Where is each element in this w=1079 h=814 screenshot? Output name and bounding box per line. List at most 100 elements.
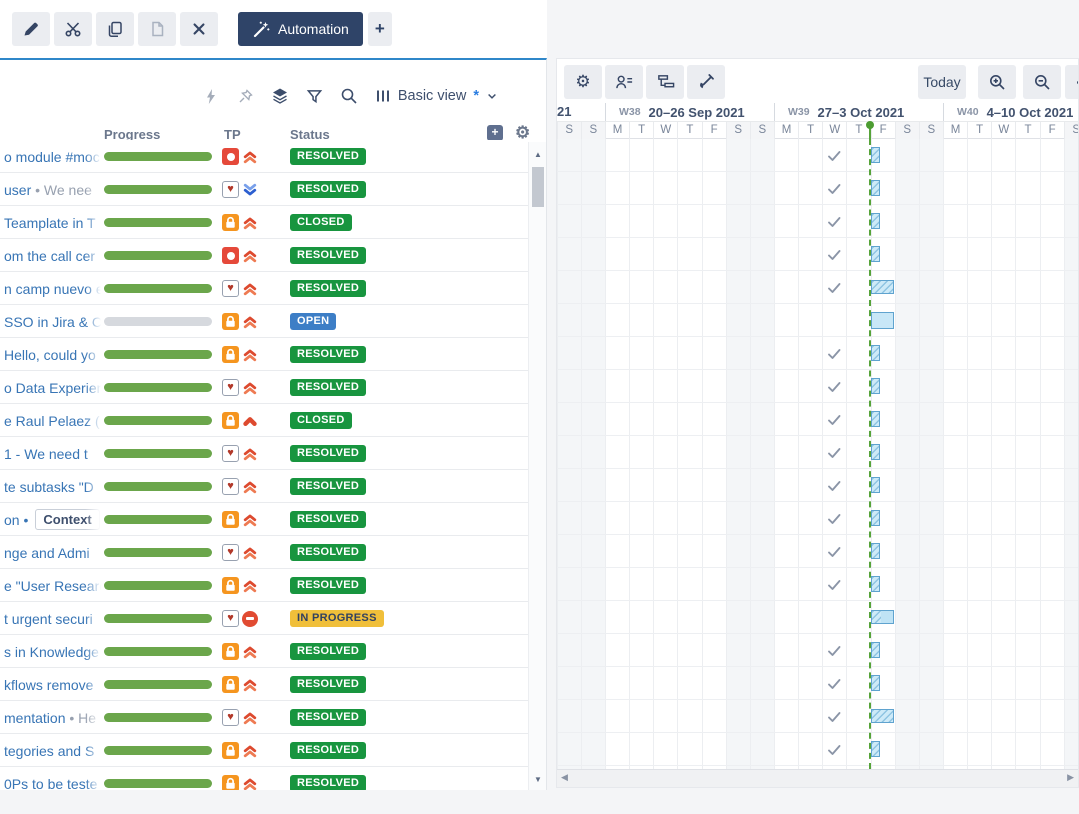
issue-row[interactable]: te subtasks "D ♥ RESOLVED [0, 470, 528, 503]
issue-name[interactable]: user • We nee [4, 179, 101, 201]
edit-button[interactable] [12, 12, 50, 46]
vertical-scrollbar[interactable]: ▲ ▼ [528, 142, 546, 790]
issue-name[interactable]: te subtasks "D [4, 476, 101, 498]
task-bar[interactable] [870, 543, 880, 559]
issue-name[interactable]: e Raul Pelaez (E [4, 410, 101, 432]
issue-name[interactable]: o Data Experien [4, 377, 101, 399]
task-bar[interactable] [870, 576, 880, 592]
issue-row[interactable]: t urgent securi ♥ IN PROGRESS [0, 602, 528, 635]
issue-row[interactable]: 1 - We need t ♥ RESOLVED [0, 437, 528, 470]
day-header-cell: S [749, 122, 774, 139]
context-chip[interactable]: Context [35, 509, 100, 530]
issue-name[interactable]: t urgent securi [4, 608, 101, 630]
structure-button[interactable] [646, 65, 684, 99]
done-check-icon [828, 448, 841, 458]
day-header-cell: M [604, 122, 629, 139]
partial-week-label: 21 [557, 104, 572, 119]
task-bar[interactable] [870, 444, 880, 460]
issue-name[interactable]: mentation • He [4, 707, 101, 729]
day-header-cell: S [580, 122, 605, 139]
task-bar[interactable] [870, 675, 880, 691]
issue-row[interactable]: o module #moc RESOLVED [0, 140, 528, 173]
view-label: Basic view [397, 88, 467, 104]
task-bar[interactable] [870, 510, 880, 526]
issue-name[interactable]: nge and Admi [4, 542, 101, 564]
filter-icon[interactable] [306, 88, 323, 105]
issue-row[interactable]: e Raul Pelaez (E CLOSED [0, 404, 528, 437]
issue-name[interactable]: s in Knowledge [4, 641, 101, 663]
issue-row[interactable]: s in Knowledge RESOLVED [0, 635, 528, 668]
issue-name[interactable]: Teamplate in T [4, 212, 101, 234]
gantt-settings-button[interactable]: ⚙ [564, 65, 602, 99]
copy-icon [106, 20, 124, 38]
add-column-button[interactable]: + [487, 125, 503, 141]
issue-row[interactable]: n camp nuevo e ♥ RESOLVED [0, 272, 528, 305]
task-bar[interactable] [870, 477, 880, 493]
task-bar[interactable] [870, 280, 894, 294]
automation-button[interactable]: Automation [238, 12, 363, 46]
issue-row[interactable]: Hello, could yo RESOLVED [0, 338, 528, 371]
issue-row[interactable]: 0Ps to be teste RESOLVED [0, 767, 528, 790]
zoom-in-icon [988, 73, 1006, 91]
pin-icon[interactable] [237, 88, 254, 105]
zoom-in-button[interactable] [978, 65, 1016, 99]
task-bar[interactable] [870, 147, 880, 163]
add-tab-button[interactable]: + [367, 12, 392, 46]
task-bar[interactable] [870, 213, 880, 229]
paste-button[interactable] [138, 12, 176, 46]
issue-row[interactable]: nge and Admi ♥ RESOLVED [0, 536, 528, 569]
issue-name[interactable]: o module #moc [4, 146, 101, 168]
horizontal-scrollbar[interactable]: ◀ ▶ [557, 769, 1078, 787]
scroll-right-arrow[interactable]: ▶ [1067, 772, 1074, 783]
type-priority-cell: ♥ [222, 379, 258, 396]
issue-row[interactable]: Teamplate in T CLOSED [0, 206, 528, 239]
task-bar[interactable] [870, 709, 894, 723]
issue-name[interactable]: kflows remove [4, 674, 101, 696]
scrollbar-thumb[interactable] [532, 167, 544, 207]
task-bar[interactable] [870, 642, 880, 658]
baseline-button[interactable] [687, 65, 725, 99]
task-bar[interactable] [870, 610, 894, 624]
today-button[interactable]: Today [918, 65, 966, 99]
task-bar[interactable] [870, 378, 880, 394]
task-bar[interactable] [870, 312, 894, 329]
issue-name[interactable]: on • Context [4, 509, 101, 531]
task-bar[interactable] [870, 246, 880, 262]
issue-row[interactable]: on • Context RESOLVED [0, 503, 528, 536]
copy-button[interactable] [96, 12, 134, 46]
issue-name[interactable]: tegories and S [4, 740, 101, 762]
heart-type-icon: ♥ [222, 709, 239, 726]
issue-row[interactable]: om the call cer RESOLVED [0, 239, 528, 272]
scroll-up-arrow[interactable]: ▲ [529, 150, 546, 159]
delete-button[interactable] [180, 12, 218, 46]
issue-row[interactable]: kflows remove RESOLVED [0, 668, 528, 701]
status-badge: RESOLVED [290, 247, 367, 264]
task-bar[interactable] [870, 411, 880, 427]
quick-actions-icon[interactable] [203, 88, 220, 105]
scroll-left-arrow[interactable]: ◀ [561, 772, 568, 783]
more-button[interactable] [1065, 65, 1078, 99]
issue-name[interactable]: Hello, could yo [4, 344, 101, 366]
view-switcher[interactable]: Basic view * [375, 88, 498, 104]
layers-icon[interactable] [271, 87, 289, 105]
issue-row[interactable]: tegories and S RESOLVED [0, 734, 528, 767]
zoom-out-button[interactable] [1023, 65, 1061, 99]
issue-name[interactable]: n camp nuevo e [4, 278, 101, 300]
scroll-down-arrow[interactable]: ▼ [529, 775, 546, 784]
issue-row[interactable]: user • We nee ♥ RESOLVED [0, 173, 528, 206]
issue-name[interactable]: 1 - We need t [4, 443, 101, 465]
issue-row[interactable]: mentation • He ♥ RESOLVED [0, 701, 528, 734]
task-bar[interactable] [870, 180, 880, 196]
search-icon[interactable] [340, 87, 358, 105]
cut-button[interactable] [54, 12, 92, 46]
issue-name[interactable]: om the call cer [4, 245, 101, 267]
resources-button[interactable] [605, 65, 643, 99]
issue-name[interactable]: SSO in Jira & C [4, 311, 101, 333]
task-bar[interactable] [870, 741, 880, 757]
issue-row[interactable]: SSO in Jira & C OPEN [0, 305, 528, 338]
issue-name[interactable]: e "User Researc [4, 575, 101, 597]
issue-row[interactable]: o Data Experien ♥ RESOLVED [0, 371, 528, 404]
issue-name[interactable]: 0Ps to be teste [4, 773, 101, 790]
task-bar[interactable] [870, 345, 880, 361]
issue-row[interactable]: e "User Researc RESOLVED [0, 569, 528, 602]
